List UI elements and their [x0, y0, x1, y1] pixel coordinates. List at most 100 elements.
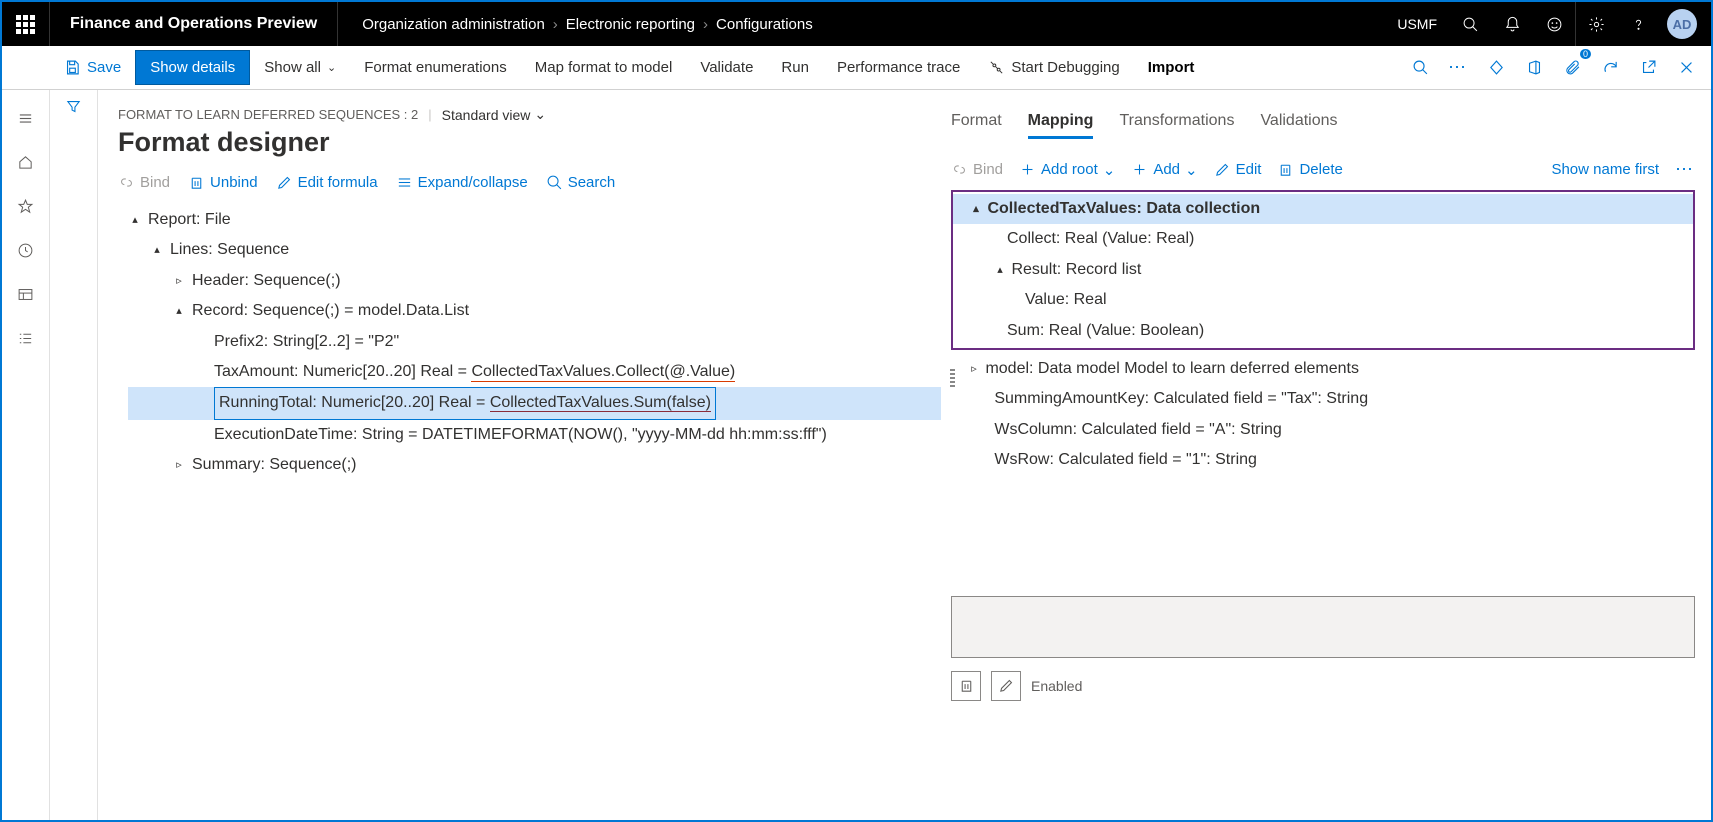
workspaces-icon[interactable]	[2, 274, 50, 314]
edit-button[interactable]: Edit	[1214, 161, 1262, 178]
run-button[interactable]: Run	[767, 51, 823, 84]
delete-button[interactable]: Delete	[1277, 161, 1342, 178]
show-name-first-button[interactable]: Show name first	[1551, 161, 1659, 178]
tree-node[interactable]: ExecutionDateTime: String = DATETIMEFORM…	[128, 420, 941, 450]
attachments-icon[interactable]: 0	[1555, 51, 1589, 85]
tree-node[interactable]: ▹Header: Sequence(;)	[128, 266, 941, 296]
start-debugging-button[interactable]: Start Debugging	[974, 51, 1133, 84]
chevron-down-icon: ⌄	[1103, 161, 1116, 179]
add-root-button[interactable]: Add root ⌄	[1019, 161, 1115, 179]
map-node[interactable]: Collect: Real (Value: Real)	[953, 224, 1693, 254]
tab-validations[interactable]: Validations	[1260, 112, 1337, 139]
close-icon[interactable]	[1669, 51, 1703, 85]
legal-entity[interactable]: USMF	[1385, 16, 1449, 32]
performance-trace-button[interactable]: Performance trace	[823, 51, 974, 84]
map-label: Value: Real	[1025, 285, 1107, 315]
app-launcher-icon[interactable]	[2, 2, 50, 46]
tree-label: Summary: Sequence(;)	[192, 450, 357, 480]
breadcrumb-item[interactable]: Configurations	[716, 16, 813, 33]
import-button[interactable]: Import	[1134, 51, 1209, 84]
edit-icon[interactable]	[991, 671, 1021, 701]
show-all-button[interactable]: Show all ⌄	[250, 51, 350, 84]
map-format-label: Map format to model	[535, 59, 673, 76]
map-node[interactable]: WsRow: Calculated field = "1": String	[951, 445, 1695, 475]
collapse-icon[interactable]: ▴	[993, 260, 1007, 281]
map-label: SummingAmountKey: Calculated field = "Ta…	[994, 384, 1368, 414]
more-icon[interactable]: ⋯	[1441, 51, 1475, 85]
tab-format[interactable]: Format	[951, 112, 1002, 139]
chevron-right-icon: ›	[553, 16, 558, 33]
recent-icon[interactable]	[2, 230, 50, 270]
star-icon[interactable]	[2, 186, 50, 226]
expand-icon[interactable]: ▹	[172, 455, 186, 476]
top-header: Finance and Operations Preview Organizat…	[2, 2, 1711, 46]
collapse-icon[interactable]: ▴	[128, 210, 142, 231]
map-node[interactable]: SummingAmountKey: Calculated field = "Ta…	[951, 384, 1695, 414]
smiley-icon[interactable]	[1533, 2, 1575, 46]
map-format-button[interactable]: Map format to model	[521, 51, 687, 84]
app-title: Finance and Operations Preview	[50, 2, 338, 46]
add-label: Add	[1153, 161, 1180, 178]
tree-node-selected[interactable]: RunningTotal: Numeric[20..20] Real = Col…	[128, 387, 941, 419]
collapse-icon[interactable]: ▴	[172, 301, 186, 322]
map-node[interactable]: Sum: Real (Value: Boolean)	[953, 316, 1693, 346]
show-details-button[interactable]: Show details	[135, 50, 250, 85]
tree-node[interactable]: ▹ Summary: Sequence(;)	[128, 450, 941, 480]
breadcrumb-item[interactable]: Organization administration	[362, 16, 545, 33]
diamond-icon[interactable]	[1479, 51, 1513, 85]
delete-label: Delete	[1299, 161, 1342, 178]
expand-icon[interactable]: ▹	[172, 271, 186, 292]
tree-node[interactable]: ▴Record: Sequence(;) = model.Data.List	[128, 296, 941, 326]
office-icon[interactable]	[1517, 51, 1551, 85]
splitter[interactable]	[950, 369, 955, 387]
filter-pane[interactable]	[50, 90, 98, 820]
help-icon[interactable]	[1617, 2, 1659, 46]
view-dropdown[interactable]: Standard view ⌄	[442, 106, 546, 123]
map-label: WsRow: Calculated field = "1": String	[994, 445, 1257, 475]
unbind-button[interactable]: Unbind	[188, 174, 258, 191]
tree-label: ExecutionDateTime: String = DATETIMEFORM…	[214, 420, 827, 450]
collapse-icon[interactable]: ▴	[969, 199, 983, 220]
search-icon[interactable]	[1403, 51, 1437, 85]
map-node[interactable]: WsColumn: Calculated field = "A": String	[951, 415, 1695, 445]
show-name-label: Show name first	[1551, 161, 1659, 178]
tree-node[interactable]: TaxAmount: Numeric[20..20] Real = Collec…	[128, 357, 941, 387]
tree-node[interactable]: Prefix2: String[2..2] = "P2"	[128, 327, 941, 357]
search-button[interactable]: Search	[546, 174, 616, 191]
tab-mapping[interactable]: Mapping	[1028, 112, 1094, 139]
divider: |	[428, 107, 431, 122]
search-icon[interactable]	[1449, 2, 1491, 46]
add-button[interactable]: Add ⌄	[1131, 161, 1197, 179]
hamburger-icon[interactable]	[2, 98, 50, 138]
avatar[interactable]: AD	[1667, 9, 1697, 39]
expand-collapse-button[interactable]: Expand/collapse	[396, 174, 528, 191]
delete-icon[interactable]	[951, 671, 981, 701]
more-icon[interactable]: ⋯	[1675, 159, 1695, 180]
tree-node[interactable]: ▴Report: File	[128, 205, 941, 235]
page-subtitle: FORMAT TO LEARN DEFERRED SEQUENCES : 2	[118, 107, 418, 122]
refresh-icon[interactable]	[1593, 51, 1627, 85]
popout-icon[interactable]	[1631, 51, 1665, 85]
save-button[interactable]: Save	[50, 51, 135, 84]
expand-icon[interactable]: ▹	[967, 359, 981, 380]
collapse-icon[interactable]: ▴	[150, 240, 164, 261]
validate-button[interactable]: Validate	[686, 51, 767, 84]
map-node[interactable]: ▹ model: Data model Model to learn defer…	[951, 354, 1695, 384]
modules-icon[interactable]	[2, 318, 50, 358]
breadcrumb-item[interactable]: Electronic reporting	[566, 16, 695, 33]
format-enumerations-button[interactable]: Format enumerations	[350, 51, 521, 84]
bell-icon[interactable]	[1491, 2, 1533, 46]
map-node[interactable]: Value: Real	[953, 285, 1693, 315]
edit-formula-button[interactable]: Edit formula	[276, 174, 378, 191]
home-icon[interactable]	[2, 142, 50, 182]
tree-node[interactable]: ▴Lines: Sequence	[128, 235, 941, 265]
gear-icon[interactable]	[1575, 2, 1617, 46]
map-node[interactable]: ▴ Result: Record list	[953, 255, 1693, 285]
breadcrumb: Organization administration › Electronic…	[338, 16, 837, 33]
tab-transformations[interactable]: Transformations	[1119, 112, 1234, 139]
format-tree: ▴Report: File ▴Lines: Sequence ▹Header: …	[118, 205, 941, 481]
formula-textarea[interactable]	[951, 596, 1695, 658]
unbind-label: Unbind	[210, 174, 258, 191]
properties-panel: Enabled	[951, 596, 1695, 701]
map-node-selected[interactable]: ▴ CollectedTaxValues: Data collection	[953, 194, 1693, 224]
